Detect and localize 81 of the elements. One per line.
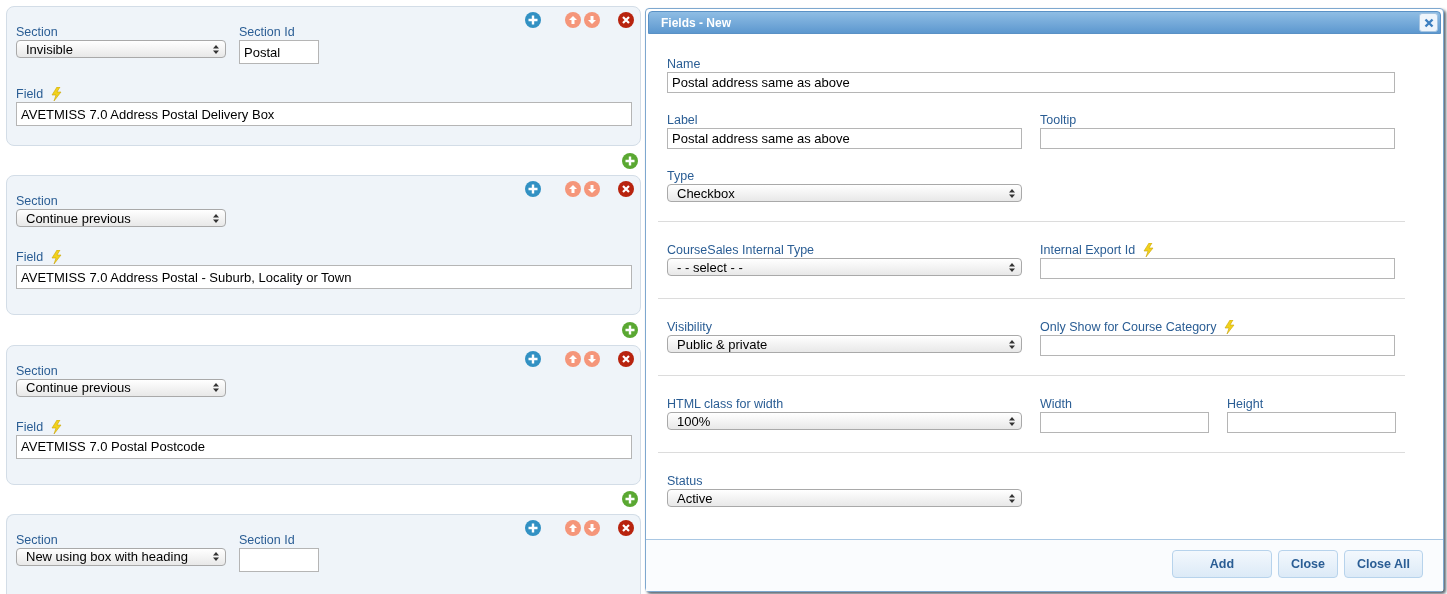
section-id-field[interactable] <box>239 548 319 572</box>
move-down-icon[interactable] <box>584 12 600 28</box>
field-label: CourseSales Internal Type <box>667 242 816 258</box>
lightning-icon <box>1143 243 1155 257</box>
section-label: Section <box>16 24 59 40</box>
field-label: Height <box>1227 396 1265 412</box>
field-label: Field <box>16 418 631 435</box>
field-label: Field <box>16 86 631 102</box>
field-label: Only Show for Course Category <box>1040 319 1395 335</box>
select-arrows-icon <box>1009 262 1015 272</box>
close-icon <box>1423 17 1434 28</box>
text-field[interactable] <box>1040 335 1395 356</box>
text-field[interactable] <box>1227 412 1396 433</box>
field-label: Field <box>16 249 631 266</box>
section-label: Section <box>16 193 59 210</box>
dropdown[interactable]: - - select - - <box>667 258 1022 276</box>
select-arrows-icon <box>213 383 219 393</box>
section-label: Section <box>16 362 59 379</box>
delete-icon[interactable] <box>618 350 634 367</box>
field-label: Visibility <box>667 319 713 335</box>
add-icon[interactable] <box>525 181 541 198</box>
section-dropdown[interactable]: Continue previous <box>16 209 226 228</box>
move-up-icon[interactable] <box>565 181 581 198</box>
text-field[interactable] <box>1040 412 1209 433</box>
section-id-field[interactable]: Postal <box>239 40 319 64</box>
select-arrows-icon <box>213 552 219 562</box>
text-field[interactable] <box>1040 128 1395 149</box>
move-up-icon[interactable] <box>565 520 581 536</box>
field-label: Label <box>667 112 699 128</box>
dialog-button[interactable]: Close All <box>1343 549 1423 578</box>
add-icon[interactable] <box>622 491 638 508</box>
move-up-icon[interactable] <box>565 350 581 367</box>
select-arrows-icon <box>213 213 219 223</box>
field-label: HTML class for width <box>667 396 785 412</box>
delete-icon[interactable] <box>618 520 634 536</box>
field-label: Type <box>667 168 696 184</box>
select-arrows-icon <box>1009 339 1015 349</box>
section-id-label: Section Id <box>239 24 296 40</box>
select-arrows-icon <box>1009 188 1015 198</box>
move-down-icon[interactable] <box>584 350 600 367</box>
add-icon[interactable] <box>622 322 638 338</box>
text-field[interactable]: Postal address same as above <box>667 72 1395 93</box>
add-icon[interactable] <box>525 350 541 367</box>
lightning-icon <box>51 87 63 101</box>
select-arrows-icon <box>1009 416 1015 426</box>
add-icon[interactable] <box>525 12 541 28</box>
lightning-icon <box>51 419 63 434</box>
text-field[interactable] <box>1040 258 1395 279</box>
dialog-title: Fields - New <box>661 15 731 30</box>
dialog-button[interactable]: Close <box>1277 549 1338 578</box>
move-down-icon[interactable] <box>584 520 600 536</box>
delete-icon[interactable] <box>618 181 634 198</box>
section-label: Section <box>16 532 59 548</box>
add-icon[interactable] <box>622 152 638 169</box>
field-label: Width <box>1040 396 1073 412</box>
dropdown[interactable]: Active <box>667 489 1022 507</box>
field-label: Tooltip <box>1040 112 1078 128</box>
section-dropdown[interactable]: Invisible <box>16 40 226 58</box>
lightning-icon <box>1224 320 1236 334</box>
dropdown[interactable]: Checkbox <box>667 184 1022 202</box>
lightning-icon <box>51 250 63 265</box>
dropdown[interactable]: 100% <box>667 412 1022 430</box>
close-button[interactable] <box>1419 13 1438 32</box>
dropdown[interactable]: Public & private <box>667 335 1022 353</box>
move-down-icon[interactable] <box>584 181 600 198</box>
dialog-button[interactable]: Add <box>1171 549 1272 578</box>
add-icon[interactable] <box>525 520 541 536</box>
field-input[interactable]: AVETMISS 7.0 Postal Postcode <box>16 434 632 459</box>
delete-icon[interactable] <box>618 12 634 28</box>
field-label: Internal Export Id <box>1040 242 1395 258</box>
section-dropdown[interactable]: New using box with heading <box>16 548 226 566</box>
move-up-icon[interactable] <box>565 12 581 28</box>
text-field[interactable]: Postal address same as above <box>667 128 1022 149</box>
section-id-label: Section Id <box>239 532 296 548</box>
section-dropdown[interactable]: Continue previous <box>16 378 226 397</box>
select-arrows-icon <box>1009 493 1015 503</box>
field-label: Name <box>667 56 702 72</box>
field-label: Status <box>667 473 704 489</box>
field-input[interactable]: AVETMISS 7.0 Address Postal - Suburb, Locality or Town <box>16 265 632 290</box>
field-input[interactable]: AVETMISS 7.0 Address Postal Delivery Box <box>16 102 632 126</box>
select-arrows-icon <box>213 44 219 54</box>
